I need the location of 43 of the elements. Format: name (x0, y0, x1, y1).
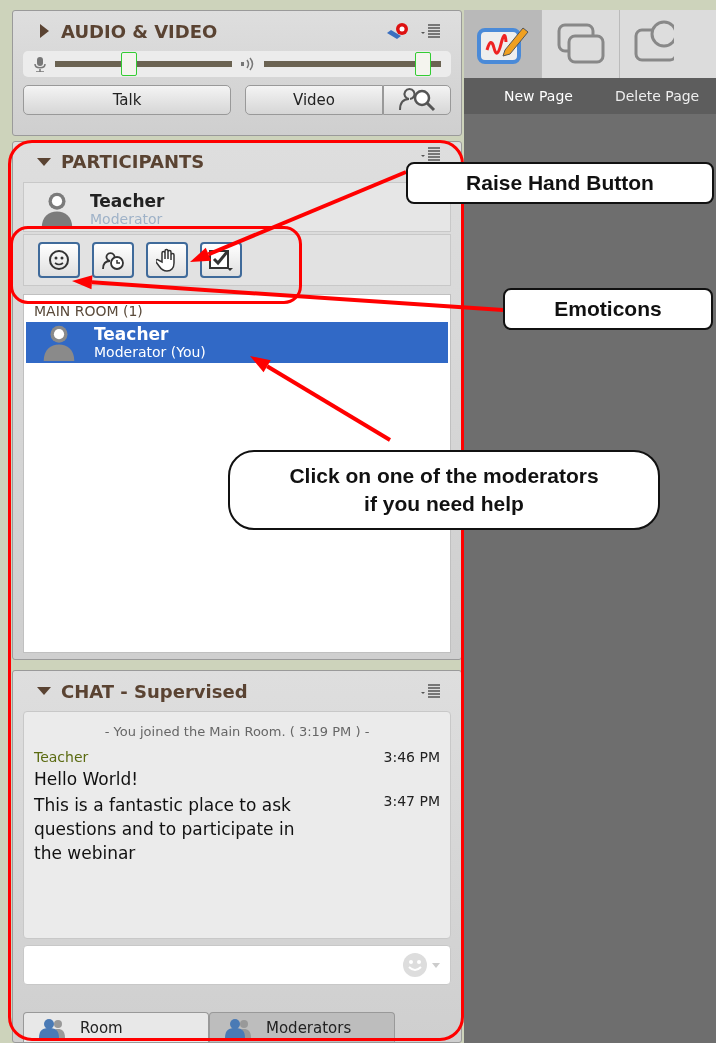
smiley-icon (48, 248, 70, 271)
menu-icon[interactable] (421, 146, 441, 161)
message-text: This is a fantastic place to ask questions and to participate in the webinar (34, 794, 296, 866)
raise-hand-button[interactable] (146, 241, 188, 278)
chat-input[interactable] (23, 945, 451, 986)
person-icon (40, 190, 74, 229)
menu-icon[interactable] (421, 684, 441, 699)
tool-label[interactable]: New Page (504, 88, 573, 104)
microphone-icon (33, 56, 47, 72)
user-name: Teacher (90, 190, 165, 211)
panel-title: CHAT - Supervised (61, 680, 249, 702)
callout-label: Raise Hand Button (406, 162, 714, 204)
participant-row[interactable]: Teacher Moderator (You) (26, 321, 448, 364)
slider-thumb[interactable] (121, 52, 138, 76)
user-name: Teacher (94, 324, 170, 345)
caret-right-icon[interactable] (37, 24, 51, 38)
pages-icon (555, 22, 606, 66)
message-time: 3:46 PM (383, 749, 440, 766)
system-message: - You joined the Main Room. ( 3:19 PM ) - (103, 724, 371, 740)
message-text: Hello World! (34, 768, 140, 792)
away-status-button[interactable] (92, 241, 134, 278)
talk-button[interactable]: Talk (23, 85, 231, 115)
search-person-icon (397, 88, 437, 112)
checkbox-icon (208, 247, 234, 272)
emoticon-button[interactable] (38, 241, 80, 278)
video-button[interactable]: Video (245, 85, 383, 115)
panel-title: AUDIO & VIDEO (61, 20, 219, 42)
toolbar-tile[interactable] (464, 10, 542, 78)
room-title: MAIN ROOM (1) (33, 302, 144, 319)
slider-thumb[interactable] (415, 52, 432, 76)
hand-icon (156, 247, 178, 272)
tool-label[interactable]: Delete Page (614, 88, 700, 104)
panel-title: PARTICIPANTS (61, 151, 206, 173)
callout-label: Click on one of the moderators if you need help (228, 450, 660, 530)
speaker-icon (240, 57, 256, 71)
user-role: Moderator (90, 210, 164, 227)
menu-icon[interactable] (421, 24, 441, 38)
user-role: Moderator (You) (94, 344, 206, 361)
message-time: 3:47 PM (383, 793, 440, 812)
sender-name: Teacher (34, 749, 89, 766)
search-person-button[interactable] (383, 85, 451, 115)
person-icon (42, 323, 76, 362)
callout-label: Emoticons (503, 288, 713, 330)
